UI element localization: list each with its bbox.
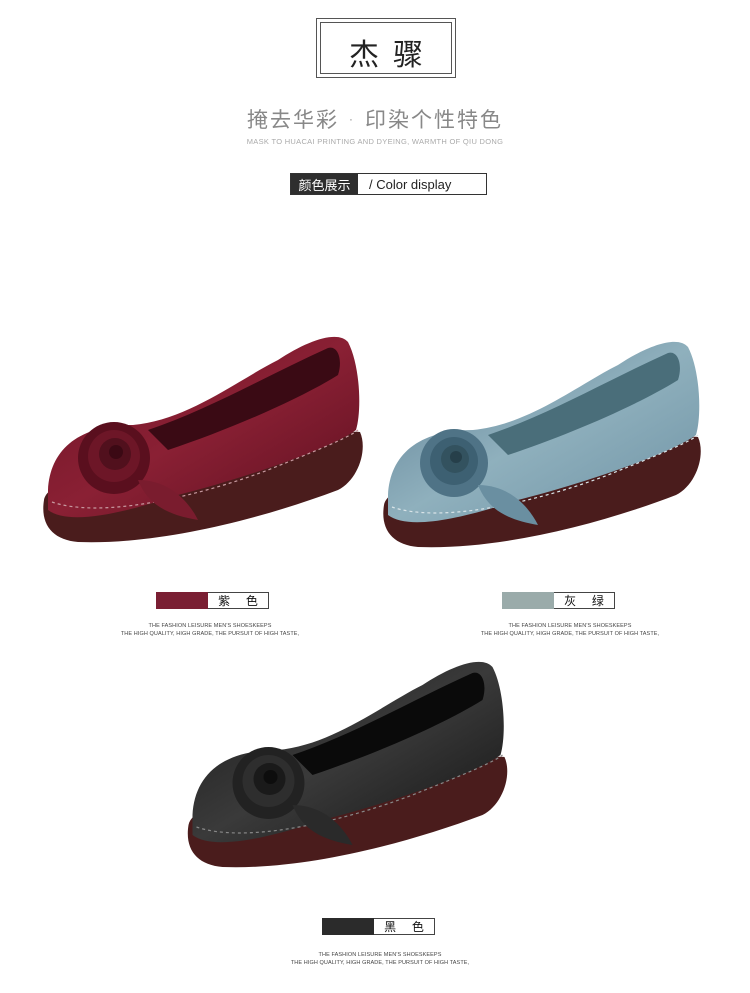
- caption-line-2: THE HIGH QUALITY, HIGH GRADE, THE PURSUI…: [480, 631, 660, 637]
- slogan-english: MASK TO HUACAI PRINTING AND DYEING, WARM…: [246, 137, 504, 146]
- swatch-label-purple: 紫 色: [208, 592, 269, 609]
- swatch-black: 黑 色: [322, 918, 435, 935]
- swatch-grey-green: 灰 绿: [502, 592, 615, 609]
- shoe-image-black: [187, 661, 508, 868]
- swatch-label-grey-green: 灰 绿: [554, 592, 615, 609]
- swatch-chip-grey-green: [502, 592, 554, 609]
- section-title-english: / Color display: [369, 176, 452, 192]
- section-title-chinese: 颜色展示: [291, 174, 358, 194]
- caption-line-1: THE FASHION LEISURE MEN'S SHOESKEEPS: [508, 623, 632, 629]
- swatch-label-black: 黑 色: [374, 918, 435, 935]
- variant-caption-black: THE FASHION LEISURE MEN'S SHOESKEEPS THE…: [290, 951, 470, 967]
- shoe-image-purple: [43, 336, 363, 543]
- variant-caption-grey-green: THE FASHION LEISURE MEN'S SHOESKEEPS THE…: [480, 622, 660, 638]
- swatch-purple: 紫 色: [156, 592, 269, 609]
- caption-line-1: THE FASHION LEISURE MEN'S SHOESKEEPS: [318, 952, 442, 958]
- swatch-chip-purple: [156, 592, 208, 609]
- color-display-header: 颜色展示 / Color display: [290, 173, 487, 195]
- caption-line-1: THE FASHION LEISURE MEN'S SHOESKEEPS: [148, 623, 272, 629]
- variant-caption-purple: THE FASHION LEISURE MEN'S SHOESKEEPS THE…: [120, 622, 300, 638]
- brand-logo-box: 杰骤: [316, 18, 456, 78]
- slogan-chinese: 掩去华彩 · 印染个性特色: [246, 108, 504, 132]
- caption-line-2: THE HIGH QUALITY, HIGH GRADE, THE PURSUI…: [120, 631, 300, 637]
- swatch-chip-black: [322, 918, 374, 935]
- caption-line-2: THE HIGH QUALITY, HIGH GRADE, THE PURSUI…: [290, 960, 470, 966]
- brand-name: 杰骤: [349, 38, 437, 73]
- shoe-image-grey-green: [383, 341, 701, 548]
